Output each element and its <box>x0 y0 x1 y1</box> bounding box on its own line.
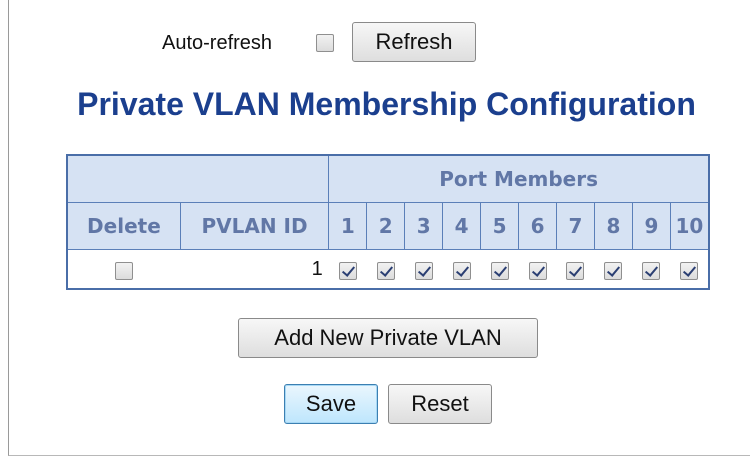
port-9-member-checkbox[interactable] <box>642 261 661 280</box>
refresh-button[interactable]: Refresh <box>352 22 476 62</box>
delete-checkbox[interactable] <box>115 261 134 280</box>
reset-button[interactable]: Reset <box>388 384 492 424</box>
table-group-header-row: Port Members <box>66 154 710 203</box>
pvlan-table: Port Members Delete PVLAN ID 1 2 3 4 5 6… <box>66 154 710 290</box>
table-header-blank <box>66 154 330 203</box>
port-5-cell <box>480 249 519 289</box>
port-1-member-checkbox[interactable] <box>338 261 357 280</box>
port-3-cell <box>404 249 443 289</box>
port-9-cell <box>632 249 671 289</box>
port-3-member-checkbox[interactable] <box>414 261 433 280</box>
port-4-member-checkbox[interactable] <box>452 261 471 280</box>
auto-refresh-label: Auto-refresh <box>162 32 273 54</box>
port-10-member-checkbox[interactable] <box>680 261 699 280</box>
port-2-cell <box>366 249 405 289</box>
port-3-header: 3 <box>404 202 444 250</box>
port-4-header: 4 <box>442 202 482 250</box>
add-new-private-vlan-button[interactable]: Add New Private VLAN <box>238 318 538 358</box>
port-5-header: 5 <box>480 202 520 250</box>
port-2-member-checkbox[interactable] <box>376 261 395 280</box>
port-5-member-checkbox[interactable] <box>490 261 509 280</box>
pvlan-id-column-header: PVLAN ID <box>179 202 330 250</box>
port-members-header: Port Members <box>328 154 710 203</box>
save-button[interactable]: Save <box>284 384 378 424</box>
port-7-header: 7 <box>556 202 595 250</box>
table-column-header-row: Delete PVLAN ID 1 2 3 4 5 6 7 8 9 10 <box>66 202 710 250</box>
pvlan-id-cell: 1 <box>180 249 329 289</box>
delete-column-header: Delete <box>66 202 181 250</box>
port-10-header: 10 <box>669 202 710 250</box>
port-1-header: 1 <box>328 202 368 250</box>
port-9-header: 9 <box>631 202 671 250</box>
port-8-member-checkbox[interactable] <box>604 261 623 280</box>
port-6-header: 6 <box>518 202 558 250</box>
port-2-header: 2 <box>366 202 406 250</box>
port-8-header: 8 <box>593 202 633 250</box>
port-6-member-checkbox[interactable] <box>528 261 547 280</box>
port-7-cell <box>556 249 595 289</box>
auto-refresh-checkbox[interactable] <box>316 34 334 52</box>
port-1-cell <box>328 249 367 289</box>
port-6-cell <box>518 249 557 289</box>
table-row: 1 <box>67 249 709 289</box>
port-4-cell <box>442 249 481 289</box>
port-7-member-checkbox[interactable] <box>566 261 585 280</box>
page-title: Private VLAN Membership Configuration <box>77 86 696 122</box>
port-10-cell <box>670 249 709 289</box>
delete-cell <box>67 249 181 289</box>
port-8-cell <box>594 249 633 289</box>
